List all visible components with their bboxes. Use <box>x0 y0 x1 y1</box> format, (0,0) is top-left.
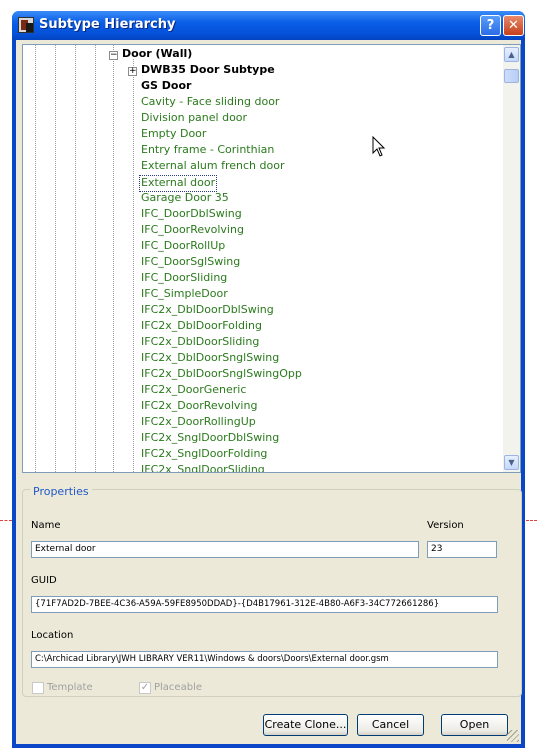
tree-item[interactable]: IFC2x_SnglDoorFolding <box>141 447 267 462</box>
tree-guide-line <box>95 45 96 472</box>
tree-node-dwb35-door-subtype[interactable]: DWB35 Door Subtype <box>141 63 275 78</box>
name-label: Name <box>31 520 61 531</box>
properties-group-label: Properties <box>30 485 92 498</box>
help-button[interactable]: ? <box>480 15 501 36</box>
create-clone-button[interactable]: Create Clone... <box>263 714 348 736</box>
placeable-checkbox[interactable]: ✓ <box>139 682 151 694</box>
tree-guide-line <box>55 45 56 472</box>
tree-node-door-wall[interactable]: Door (Wall) <box>122 47 192 62</box>
tree-guide-line <box>75 45 76 472</box>
window-title: Subtype Hierarchy <box>39 17 176 32</box>
background-dash-right <box>526 520 537 521</box>
collapse-icon[interactable]: − <box>109 51 118 60</box>
mouse-pointer-icon <box>372 136 386 157</box>
tree-item[interactable]: IFC_DoorSliding <box>141 271 227 286</box>
version-field[interactable]: 23 <box>427 541 497 558</box>
resize-grip-icon[interactable] <box>507 730 519 742</box>
tree-node-gs-door[interactable]: GS Door <box>141 79 191 94</box>
tree-item[interactable]: Cavity - Face sliding door <box>141 95 279 110</box>
location-field[interactable]: C:\Archicad Library\JWH LIBRARY VER11\Wi… <box>31 651 498 668</box>
tree-item[interactable]: IFC_DoorRollUp <box>141 239 225 254</box>
tree-item[interactable]: Entry frame - Corinthian <box>141 143 274 158</box>
tree-item[interactable]: IFC2x_DoorRollingUp <box>141 415 256 430</box>
tree-item[interactable]: IFC2x_DblDoorSnglSwingOpp <box>141 367 302 382</box>
subtype-hierarchy-dialog: Subtype Hierarchy ? ✕ − Door (Wall) + DW… <box>12 11 525 748</box>
scroll-down-arrow-icon[interactable]: ▼ <box>504 455 519 470</box>
close-button[interactable]: ✕ <box>503 15 524 36</box>
tree-item[interactable]: IFC2x_DblDoorFolding <box>141 319 262 334</box>
background-dash-left <box>0 520 12 521</box>
name-field[interactable]: External door <box>31 541 419 558</box>
tree-item[interactable]: IFC2x_DoorRevolving <box>141 399 257 414</box>
tree-item-selected[interactable]: External door <box>139 175 218 192</box>
title-bar[interactable]: Subtype Hierarchy ? ✕ <box>12 11 525 40</box>
tree-item[interactable]: IFC2x_SnglDoorDblSwing <box>141 431 279 446</box>
tree-item[interactable]: IFC2x_SnglDoorSliding <box>141 463 265 472</box>
tree-item[interactable]: IFC_SimpleDoor <box>141 287 228 302</box>
version-label: Version <box>427 520 464 531</box>
tree-item[interactable]: IFC2x_DoorGeneric <box>141 383 246 398</box>
dialog-body: − Door (Wall) + DWB35 Door Subtype GS Do… <box>16 40 522 744</box>
app-icon <box>18 17 34 33</box>
tree-item[interactable]: Empty Door <box>141 127 206 142</box>
tree-guide-line <box>35 45 36 472</box>
guid-field[interactable]: {71F7AD2D-7BEE-4C36-A59A-59FE8950DDAD}-{… <box>31 596 498 613</box>
tree-item[interactable]: IFC_DoorSglSwing <box>141 255 240 270</box>
placeable-label: Placeable <box>154 682 202 693</box>
tree-scrollbar[interactable]: ▲ ▼ <box>503 45 520 472</box>
tree-item[interactable]: Garage Door 35 <box>141 191 229 206</box>
expand-icon[interactable]: + <box>128 67 137 76</box>
tree-guide-line <box>133 59 134 472</box>
scrollbar-thumb[interactable] <box>504 69 519 83</box>
tree-item[interactable]: IFC2x_DblDoorSliding <box>141 335 259 350</box>
open-button[interactable]: Open <box>441 714 508 736</box>
tree-item[interactable]: Division panel door <box>141 111 247 126</box>
tree-guide-line <box>113 45 114 472</box>
guid-label: GUID <box>31 575 57 586</box>
tree-item[interactable]: IFC2x_DblDoorSnglSwing <box>141 351 279 366</box>
template-checkbox[interactable] <box>32 682 44 694</box>
tree-item[interactable]: IFC_DoorRevolving <box>141 223 244 238</box>
cancel-button[interactable]: Cancel <box>357 714 424 736</box>
subtype-tree[interactable]: − Door (Wall) + DWB35 Door Subtype GS Do… <box>22 44 521 473</box>
tree-item[interactable]: IFC_DoorDblSwing <box>141 207 242 222</box>
tree-item[interactable]: IFC2x_DblDoorDblSwing <box>141 303 274 318</box>
location-label: Location <box>31 630 74 641</box>
scroll-up-arrow-icon[interactable]: ▲ <box>504 47 519 62</box>
template-label: Template <box>47 682 93 693</box>
tree-item[interactable]: External alum french door <box>141 159 285 174</box>
